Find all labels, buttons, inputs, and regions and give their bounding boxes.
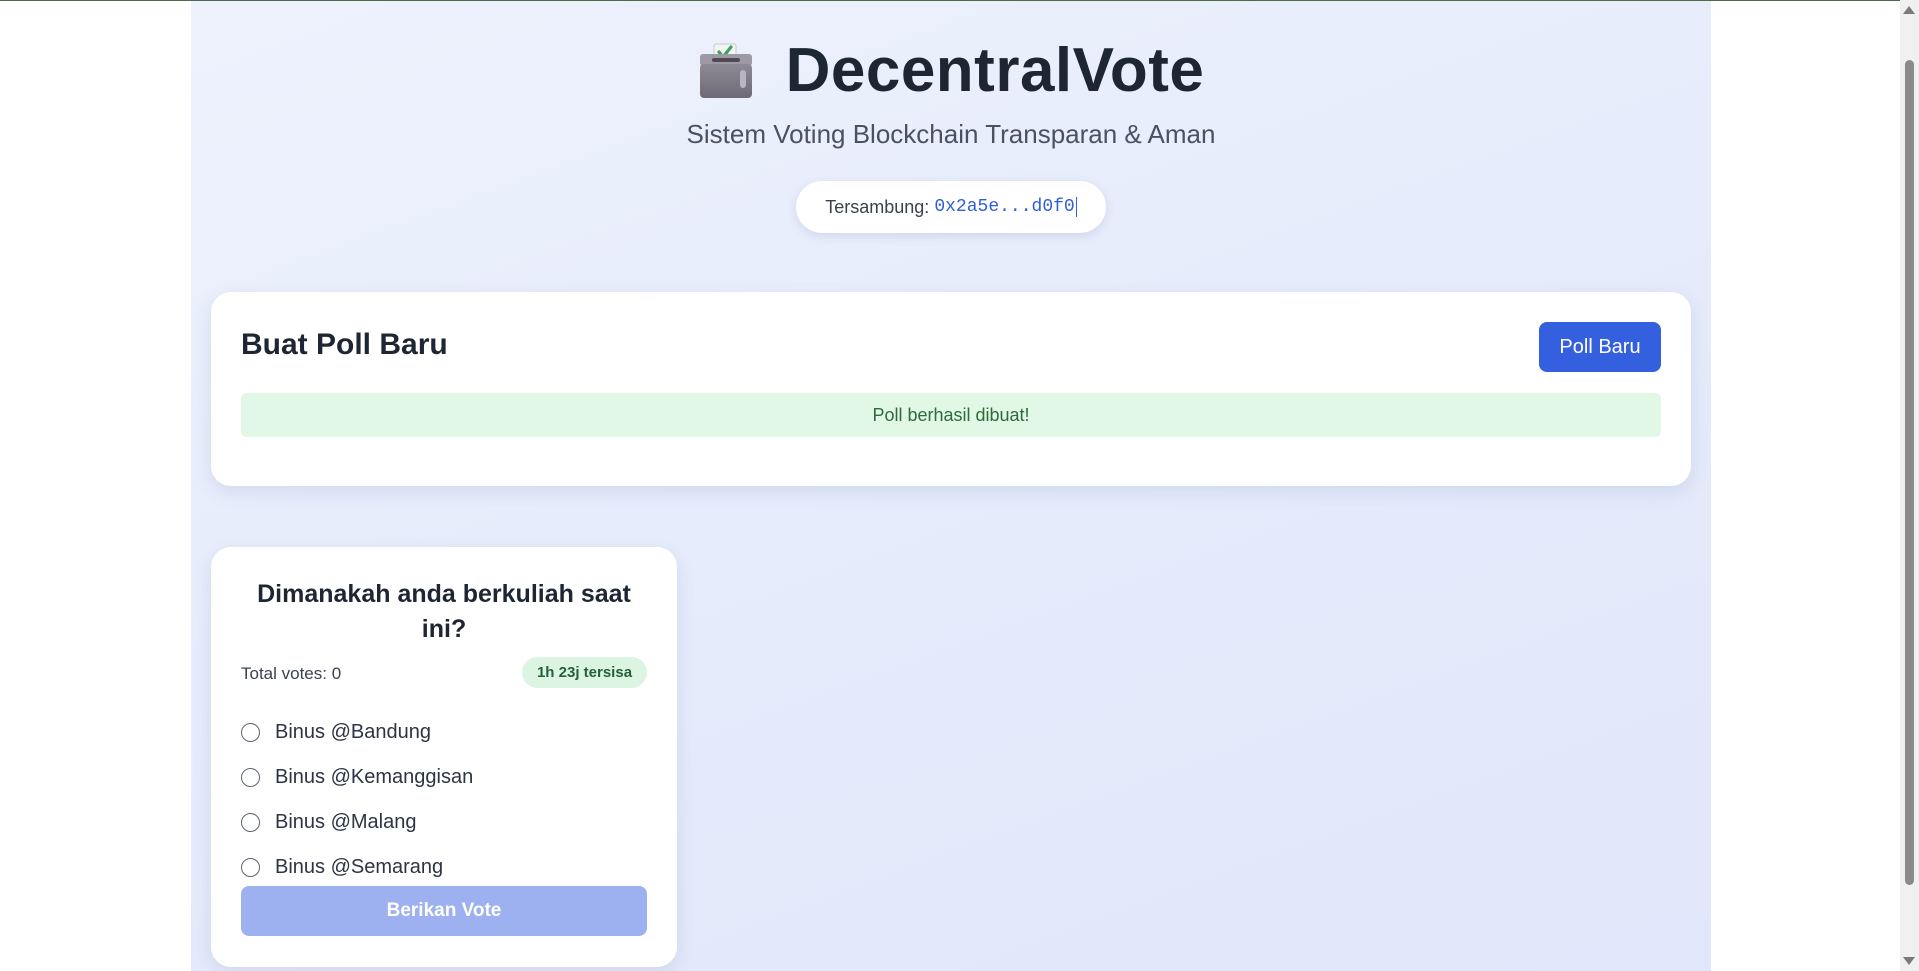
poll-option[interactable]: Binus @Bandung [241, 710, 473, 755]
radio-button[interactable] [241, 723, 260, 742]
scroll-up-arrow-icon[interactable] [1903, 6, 1915, 14]
time-remaining-badge: 1h 23j tersisa [522, 657, 647, 688]
create-poll-card: Buat Poll Baru Poll Baru Poll berhasil d… [211, 292, 1691, 486]
option-label: Binus @Kemanggisan [275, 766, 474, 788]
radio-button[interactable] [241, 768, 260, 787]
option-label: Binus @Bandung [275, 721, 431, 743]
radio-button[interactable] [241, 858, 260, 877]
poll-card: Dimanakah anda berkuliah saat ini? Total… [211, 547, 677, 967]
app-title: DecentralVote [785, 36, 1205, 105]
connection-label: Tersambung: [825, 196, 930, 217]
option-label: Binus @Malang [275, 811, 417, 833]
poll-option[interactable]: Binus @Malang [241, 800, 473, 845]
wallet-address[interactable]: 0x2a5e...d0f0 [934, 197, 1077, 217]
scrollbar-thumb[interactable] [1905, 60, 1914, 885]
success-message: Poll berhasil dibuat! [241, 393, 1661, 437]
ballot-box-icon [698, 42, 754, 100]
wallet-connection-status: Tersambung: 0x2a5e...d0f0 [796, 181, 1106, 233]
total-votes: Total votes: 0 [241, 664, 342, 683]
poll-options: Binus @Bandung Binus @Kemanggisan Binus … [241, 710, 473, 890]
poll-option[interactable]: Binus @Semarang [241, 845, 473, 890]
create-poll-title: Buat Poll Baru [241, 328, 448, 361]
radio-button[interactable] [241, 813, 260, 832]
vertical-scrollbar[interactable] [1900, 0, 1919, 971]
submit-vote-button[interactable]: Berikan Vote [241, 886, 647, 936]
app-subtitle: Sistem Voting Blockchain Transparan & Am… [686, 119, 1216, 149]
title-row: DecentralVote [191, 35, 1711, 106]
poll-option[interactable]: Binus @Kemanggisan [241, 755, 473, 800]
new-poll-button[interactable]: Poll Baru [1539, 322, 1661, 372]
scroll-down-arrow-icon[interactable] [1903, 957, 1915, 965]
page-container: DecentralVote Sistem Voting Blockchain T… [191, 1, 1711, 971]
poll-question: Dimanakah anda berkuliah saat ini? [257, 580, 631, 643]
option-label: Binus @Semarang [275, 856, 444, 878]
